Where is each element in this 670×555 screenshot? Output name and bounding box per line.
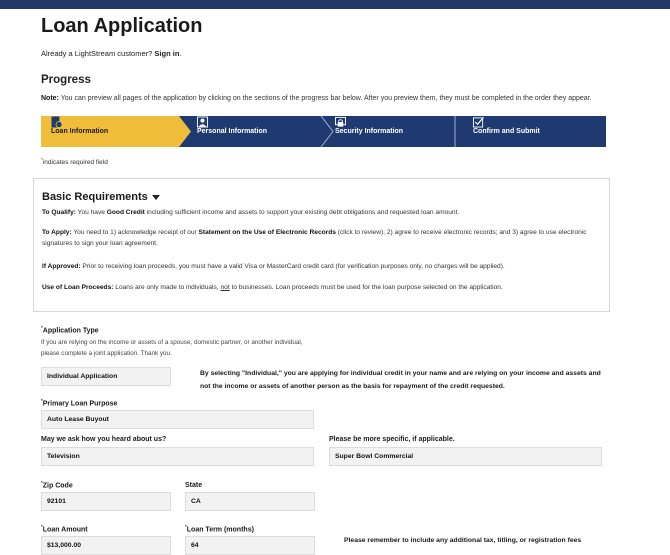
specific-label: Please be more specific, if applicable. [329, 436, 455, 443]
signin-link[interactable]: Sign in [154, 49, 179, 58]
state-label: State [185, 482, 203, 489]
progress-bar: Loan Information Personal Information Se… [41, 116, 606, 147]
application-type-description: By selecting "Individual," you are apply… [200, 370, 601, 390]
approved-paragraph: If Approved: Prior to receiving loan pro… [42, 263, 505, 270]
application-type-help: If you are relying on the income or asse… [41, 339, 303, 357]
apply-paragraph: To Apply: You need to 1) acknowledge rec… [42, 229, 587, 247]
proceeds-paragraph: Use of Loan Proceeds: Loans are only mad… [42, 284, 503, 291]
zip-code-input[interactable]: 92101 [41, 492, 171, 511]
checkbox-icon [473, 117, 484, 128]
loan-purpose-label: *Primary Loan Purpose [41, 398, 118, 408]
document-dollar-icon [51, 116, 62, 128]
step-confirm-and-submit[interactable]: Confirm and Submit [473, 116, 540, 147]
state-field[interactable]: CA [185, 492, 315, 511]
loan-term-label: *Loan Term (months) [185, 524, 254, 534]
heard-about-label: May we ask how you heard about us? [41, 436, 167, 443]
lock-screen-icon [335, 116, 346, 127]
loan-purpose-select[interactable]: Auto Lease Buyout [41, 410, 314, 429]
basic-requirements-toggle[interactable]: Basic Requirements [42, 191, 160, 203]
signin-line: Already a LightStream customer? Sign in. [41, 49, 182, 58]
caret-down-icon [151, 194, 160, 200]
step-security-information[interactable]: Security Information [335, 116, 403, 147]
basic-requirements-panel: Basic Requirements To Qualify: You have … [33, 178, 610, 312]
loan-term-select[interactable]: 64 [185, 536, 315, 555]
application-type-label: *Application Type [41, 325, 99, 335]
zip-code-label: *Zip Code [41, 480, 73, 490]
loan-amount-input[interactable]: $13,000.00 [41, 536, 171, 555]
application-type-select[interactable]: Individual Application [41, 367, 171, 386]
required-field-note: *indicates required field [41, 157, 108, 167]
step-loan-information[interactable]: Loan Information [51, 116, 108, 147]
fees-reminder: Please remember to include any additiona… [344, 537, 582, 544]
specific-input[interactable]: Super Bowl Commercial [329, 447, 602, 466]
page-title: Loan Application [41, 15, 203, 37]
heard-about-select[interactable]: Television [41, 447, 314, 466]
top-banner [0, 0, 670, 9]
qualify-paragraph: To Qualify: You have Good Credit includi… [42, 209, 460, 216]
progress-heading: Progress [41, 74, 91, 86]
progress-note: Note: You can preview all pages of the a… [41, 95, 592, 102]
person-icon [197, 116, 208, 128]
electronic-records-link[interactable]: Statement on the Use of Electronic Recor… [199, 229, 336, 236]
step-personal-information[interactable]: Personal Information [197, 116, 267, 147]
loan-amount-label: *Loan Amount [41, 524, 88, 534]
